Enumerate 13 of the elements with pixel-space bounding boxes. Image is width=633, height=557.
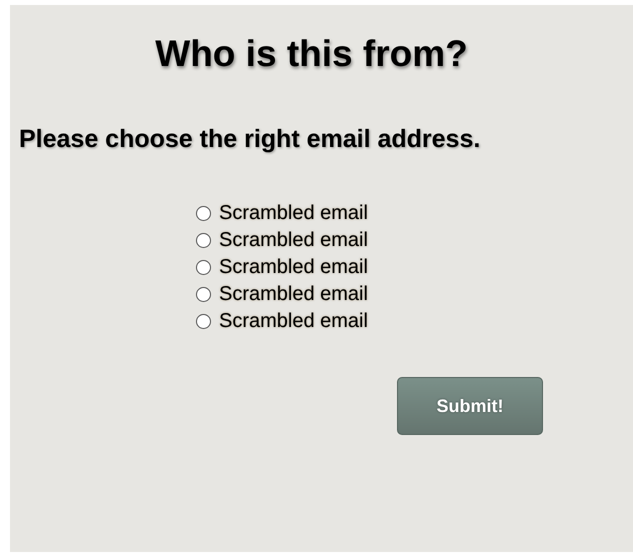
option-label: Scrambled email [219,229,368,252]
instruction-text: Please choose the right email address. [19,125,480,154]
radio-button[interactable] [196,206,211,221]
radio-button[interactable] [196,287,211,302]
radio-button[interactable] [196,314,211,329]
page-title: Who is this from? [155,33,468,75]
option-label: Scrambled email [219,283,368,306]
option-label: Scrambled email [219,310,368,333]
radio-button[interactable] [196,260,211,275]
option-label: Scrambled email [219,256,368,279]
submit-button[interactable]: Submit! [397,377,543,435]
radio-button[interactable] [196,233,211,248]
option-label: Scrambled email [219,202,368,225]
